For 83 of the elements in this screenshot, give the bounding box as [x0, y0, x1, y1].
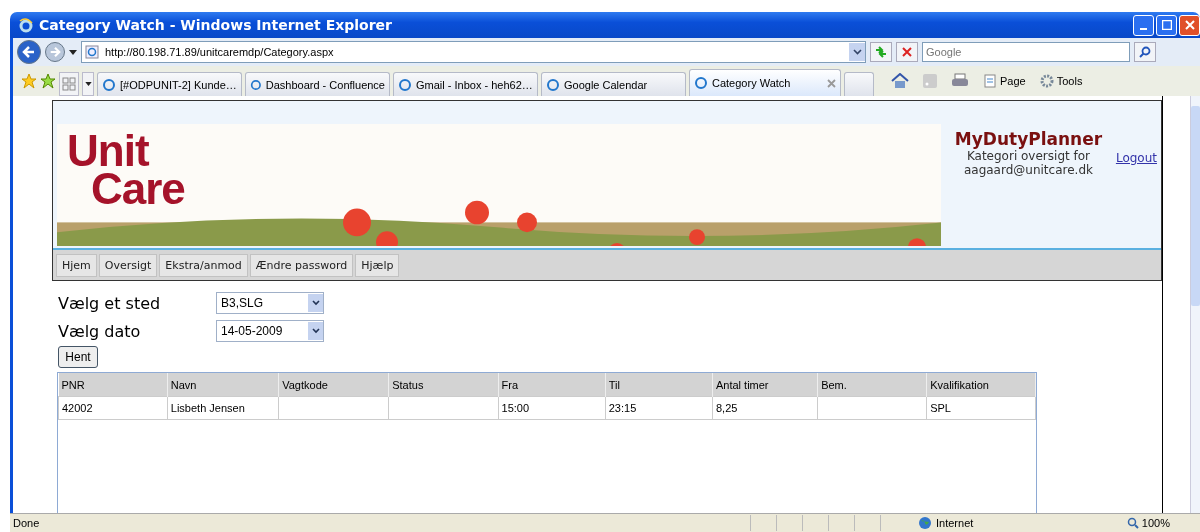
refresh-icon	[874, 46, 888, 58]
dropdown[interactable]: 14-05-2009	[216, 320, 324, 342]
maximize-icon	[1161, 20, 1172, 30]
page-icon	[398, 77, 412, 92]
tools-menu-button[interactable]: Tools	[1039, 74, 1083, 88]
home-icon[interactable]	[891, 73, 909, 89]
scrollbar[interactable]	[1190, 96, 1200, 513]
nav-button[interactable]: Ekstra/anmod	[159, 253, 248, 277]
dropdown-icon	[849, 43, 865, 61]
chevron-down-icon	[311, 300, 320, 306]
maximize-button[interactable]	[1156, 14, 1177, 36]
nav-button[interactable]: Oversigt	[98, 253, 158, 277]
close-tab-icon[interactable]	[827, 78, 836, 88]
zoom-level[interactable]: 100%	[1126, 517, 1170, 529]
forward-button[interactable]	[45, 42, 65, 62]
column-header: Fra	[498, 373, 606, 397]
globe-icon	[918, 516, 932, 530]
logout-link[interactable]: Logout	[1115, 151, 1157, 165]
refresh-button[interactable]	[870, 42, 892, 62]
field-label: Vælg dato	[58, 321, 142, 341]
nav-button[interactable]: Hjem	[56, 253, 97, 277]
column-header: Vagtkode	[278, 373, 389, 397]
browser-logo-icon	[18, 17, 34, 33]
table-cell: SPL	[926, 396, 1036, 420]
search-icon	[1139, 46, 1151, 58]
stop-icon	[902, 47, 912, 57]
table-cell: Lisbeth Jensen	[167, 396, 279, 420]
page-icon	[694, 76, 708, 90]
browser-tab[interactable]: Category Watch	[689, 69, 841, 96]
dropdown[interactable]: B3,SLG	[216, 292, 324, 314]
logo: Unit Care	[67, 132, 185, 208]
app-name: MyDutyPlanner	[954, 129, 1103, 149]
page-icon	[983, 74, 997, 88]
search-field[interactable]: Google	[922, 42, 1130, 62]
subtitle: Kategori oversigt for	[966, 149, 1090, 163]
address-field[interactable]: http://80.198.71.89/unitcaremdp/Category.aspx	[81, 41, 866, 63]
caret-icon[interactable]	[69, 49, 77, 55]
user-email: aagaard@unitcare.dk	[963, 163, 1093, 177]
table-cell: 8,25	[712, 396, 818, 420]
security-zone: Internet	[918, 516, 1073, 530]
column-header: Til	[605, 373, 713, 397]
favorites-star-icon[interactable]	[21, 73, 37, 89]
table-cell: 15:00	[498, 396, 606, 420]
column-header: PNR	[58, 373, 168, 397]
column-header: Navn	[167, 373, 279, 397]
back-arrow-icon	[22, 45, 36, 59]
magnifier-icon	[1126, 517, 1139, 529]
browser-tab[interactable]: [#ODPUNIT-2] Kunde…	[97, 72, 242, 96]
browser-tab[interactable]: Dashboard - Confluence	[245, 72, 390, 96]
search-button[interactable]	[1134, 42, 1156, 62]
back-button[interactable]	[17, 40, 41, 64]
caret-icon	[84, 82, 92, 86]
fetch-button[interactable]: Hent	[58, 346, 98, 368]
page-menu-button[interactable]: Page	[983, 74, 1026, 88]
field-label: Vælg et sted	[58, 293, 162, 313]
browser-tab[interactable]: Google Calendar	[541, 72, 686, 96]
page-icon	[102, 77, 116, 92]
table-cell: 42002	[58, 396, 168, 420]
column-header: Antal timer	[712, 373, 818, 397]
nav-button[interactable]: Ændre password	[249, 253, 354, 277]
grid-icon	[62, 77, 76, 91]
tab-list-button[interactable]	[82, 72, 94, 96]
forward-arrow-icon	[49, 46, 61, 58]
column-header: Bem.	[817, 373, 927, 397]
close-icon	[1184, 20, 1195, 30]
table-cell: 23:15	[605, 396, 713, 420]
stop-button[interactable]	[896, 42, 918, 62]
browser-tab[interactable]: Gmail - Inbox - heh62…	[393, 72, 538, 96]
add-favorite-icon[interactable]	[40, 73, 56, 89]
column-header: Status	[388, 373, 498, 397]
minimize-icon	[1140, 28, 1147, 30]
page-icon	[546, 77, 560, 92]
chevron-down-icon	[311, 328, 320, 334]
status-text: Done	[12, 517, 41, 529]
close-button[interactable]	[1179, 14, 1200, 36]
minimize-button[interactable]	[1133, 14, 1154, 36]
page-icon	[250, 77, 262, 92]
column-header: Kvalifikation	[926, 373, 1036, 397]
printer-icon[interactable]	[951, 73, 969, 89]
nav-button[interactable]: Hjælp	[355, 253, 400, 277]
window-title: Category Watch - Windows Internet Explorer	[39, 17, 392, 33]
gear-icon	[1039, 74, 1054, 88]
page-icon	[85, 45, 99, 59]
